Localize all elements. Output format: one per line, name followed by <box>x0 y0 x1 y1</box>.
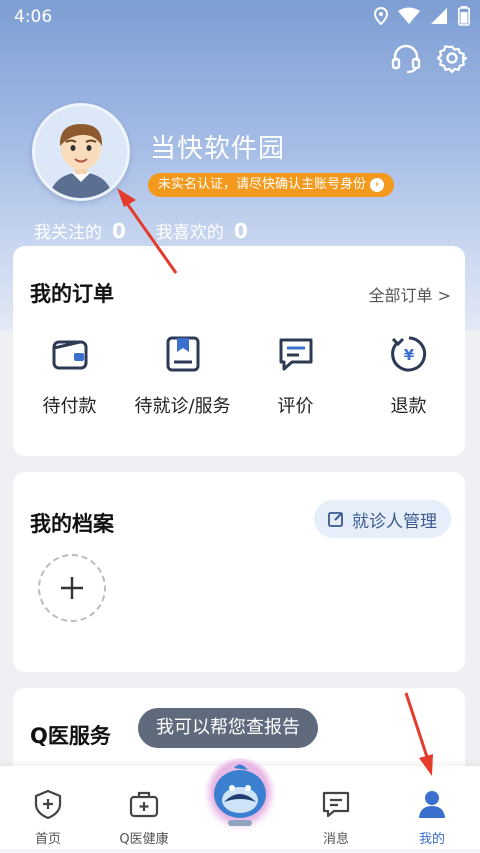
wifi-icon <box>398 7 420 24</box>
tab-home[interactable]: 首页 <box>8 788 88 847</box>
status-time: 4:06 <box>14 7 53 27</box>
order-status-list: 待付款 待就诊/服务 评价 ¥ 退款 <box>13 334 465 418</box>
likes-label: 我喜欢的 <box>155 223 224 243</box>
tab-label: 消息 <box>322 832 349 847</box>
order-item-pending-visit[interactable]: 待就诊/服务 <box>126 334 239 418</box>
assistant-tooltip[interactable]: 我可以帮您查报告 <box>138 708 318 748</box>
records-card: 我的档案 就诊人管理 <box>13 472 465 672</box>
orders-card: 我的订单 全部订单 > 待付款 待就诊/服务 评价 ¥ 退款 <box>13 246 465 456</box>
order-item-label: 评价 <box>277 396 314 417</box>
add-record-button[interactable] <box>38 554 106 622</box>
svg-text:¥: ¥ <box>403 346 414 364</box>
avatar[interactable] <box>32 103 130 201</box>
order-item-label: 退款 <box>390 396 427 417</box>
tab-label: 首页 <box>34 832 61 847</box>
comment-icon <box>279 338 312 371</box>
message-icon <box>322 791 350 818</box>
headset-icon <box>391 44 421 74</box>
tab-label: Q医健康 <box>119 832 169 847</box>
medical-kit-icon <box>129 791 159 818</box>
gear-icon <box>436 45 468 74</box>
patient-management-label: 就诊人管理 <box>352 511 437 532</box>
order-item-label: 待就诊/服务 <box>134 396 231 417</box>
plus-icon <box>61 577 83 599</box>
battery-icon <box>458 6 470 26</box>
order-item-pending-payment[interactable]: 待付款 <box>13 334 126 418</box>
user-icon <box>419 791 445 818</box>
wallet-icon <box>52 340 87 370</box>
location-icon <box>374 7 388 25</box>
chevron-right-icon: › <box>370 178 385 192</box>
avatar-illustration <box>35 106 127 198</box>
header-actions <box>390 42 468 74</box>
following-stat[interactable]: 我关注的 0 <box>34 218 126 243</box>
edit-icon <box>328 512 343 527</box>
verify-notice-badge[interactable]: 未实名认证，请尽快确认主账号身份 › <box>148 173 395 197</box>
records-title: 我的档案 <box>30 512 114 536</box>
booking-icon <box>166 336 199 372</box>
ai-assistant-button[interactable] <box>204 756 276 836</box>
home-shield-icon <box>34 789 62 820</box>
verify-notice-text: 未实名认证，请尽快确认主账号身份 <box>158 177 367 192</box>
tab-mine[interactable]: 我的 <box>392 788 472 847</box>
order-item-refund[interactable]: ¥ 退款 <box>352 334 465 418</box>
tab-messages[interactable]: 消息 <box>296 788 376 847</box>
username[interactable]: 当快软件园 <box>150 128 285 165</box>
home-indicator <box>0 849 480 853</box>
refund-icon: ¥ <box>390 336 426 372</box>
order-item-review[interactable]: 评价 <box>239 334 352 418</box>
services-title: Q医服务 <box>30 724 111 748</box>
tab-label: 我的 <box>418 832 445 847</box>
profile-stats: 我关注的 0 我喜欢的 0 <box>34 218 248 243</box>
status-bar: 4:06 <box>0 0 480 34</box>
status-icons <box>374 6 470 26</box>
customer-service-button[interactable] <box>390 42 422 74</box>
orders-title: 我的订单 <box>30 282 114 306</box>
tab-health[interactable]: Q医健康 <box>104 788 184 847</box>
likes-count: 0 <box>233 219 248 243</box>
settings-button[interactable] <box>436 42 468 74</box>
patient-management-button[interactable]: 就诊人管理 <box>314 500 451 538</box>
following-count: 0 <box>112 219 126 243</box>
following-label: 我关注的 <box>34 223 102 243</box>
likes-stat[interactable]: 我喜欢的 0 <box>156 218 248 243</box>
signal-icon <box>431 8 447 24</box>
all-orders-link[interactable]: 全部订单 > <box>369 282 452 306</box>
order-item-label: 待付款 <box>42 396 97 417</box>
dolphin-mascot-icon <box>204 758 276 834</box>
